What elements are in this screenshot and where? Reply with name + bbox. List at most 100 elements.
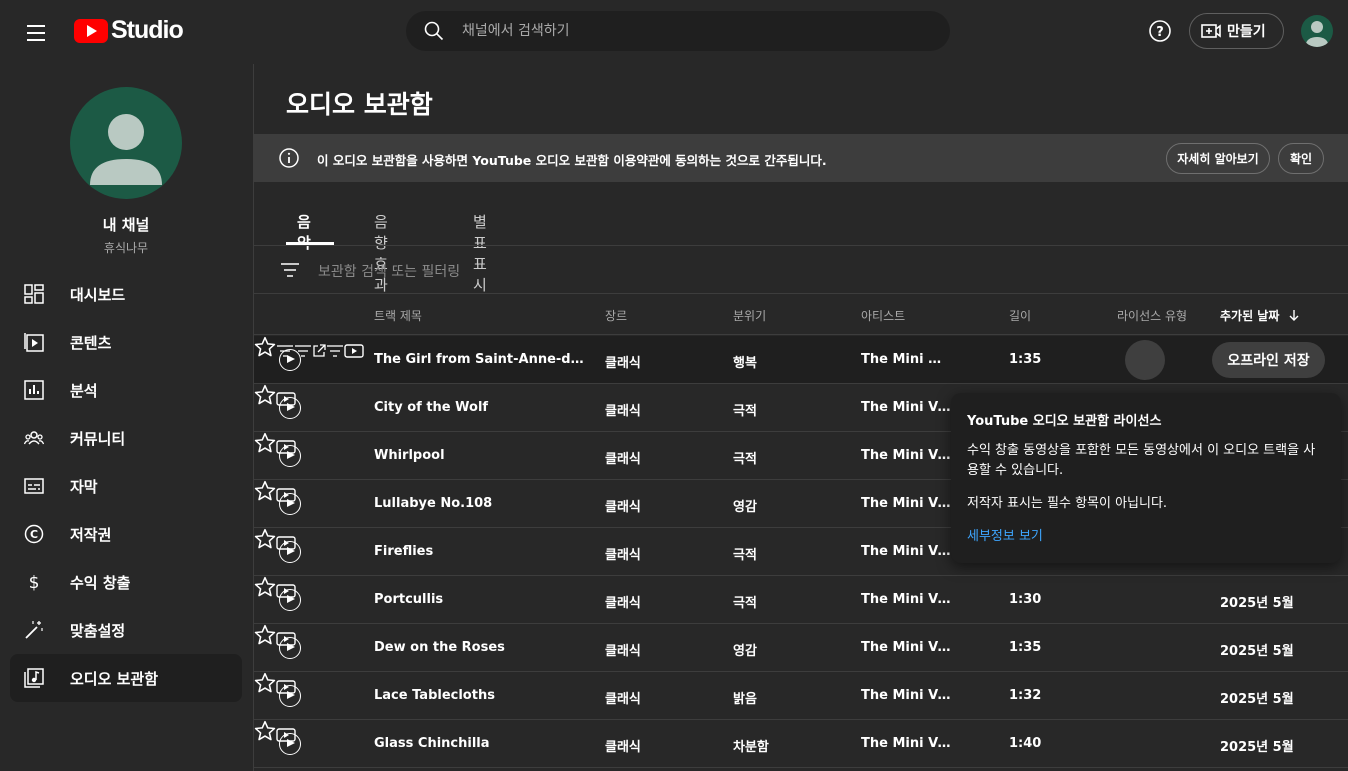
track-artist: The Mini Vand…	[861, 400, 953, 415]
svg-text:C: C	[30, 528, 38, 541]
table-row[interactable]: The Girl from Saint-Anne-des-Plain… 클래식 행복…	[254, 336, 1348, 384]
play-icon[interactable]	[279, 733, 301, 755]
sort-down-icon	[1289, 310, 1299, 321]
help-icon[interactable]: ?	[1148, 19, 1172, 43]
sidebar-item-copyright[interactable]: C 저작권	[10, 510, 242, 558]
license-button[interactable]	[1125, 340, 1165, 380]
track-artist: The Mini Vand…	[861, 544, 953, 559]
track-mood: 차분함	[733, 740, 769, 755]
top-bar: Studio ? 만들기	[0, 0, 1348, 64]
sidebar-item-earn[interactable]: $ 수익 창출	[10, 558, 242, 606]
youtube-logo-icon	[74, 18, 108, 43]
sidebar-item-dashboard[interactable]: 대시보드	[10, 270, 242, 318]
play-icon[interactable]	[279, 541, 301, 563]
info-icon	[279, 148, 299, 168]
play-icon[interactable]	[279, 493, 301, 515]
content-icon	[24, 333, 44, 352]
sidebar-item-subtitles[interactable]: 자막	[10, 462, 242, 510]
play-icon[interactable]	[279, 445, 301, 467]
external-link-icon[interactable]	[312, 344, 326, 358]
studio-logo[interactable]: Studio	[74, 16, 184, 45]
confirm-button[interactable]: 확인	[1278, 143, 1324, 174]
create-button[interactable]: 만들기	[1189, 13, 1284, 49]
dashboard-icon	[24, 284, 44, 304]
track-date-added: 2025년 5월	[1220, 596, 1294, 611]
track-artist: The Mini Vand…	[861, 688, 953, 703]
sidebar-item-label: 저작권	[70, 525, 112, 544]
star-icon[interactable]	[254, 720, 276, 742]
play-icon[interactable]	[279, 589, 301, 611]
table-row[interactable]: Glass Chinchilla 클래식 차분함 The Mini Vand… 1:40…	[254, 720, 1348, 768]
details-link[interactable]: 세부정보 보기	[967, 525, 1325, 544]
star-icon[interactable]	[254, 336, 276, 358]
channel-avatar-icon	[90, 114, 162, 185]
track-title: Dew on the Roses	[374, 640, 505, 655]
play-icon[interactable]	[279, 349, 301, 371]
star-icon[interactable]	[254, 624, 276, 646]
play-icon[interactable]	[279, 685, 301, 707]
create-video-icon	[1201, 24, 1221, 38]
save-offline-button[interactable]: 오프라인 저장	[1212, 342, 1325, 378]
sidebar-item-analytics[interactable]: 분석	[10, 366, 242, 414]
sidebar-item-label: 대시보드	[70, 285, 126, 304]
search-input[interactable]	[462, 23, 902, 39]
audio-library-icon	[24, 668, 44, 688]
track-genre: 클래식	[605, 596, 641, 611]
sidebar-item-label: 맞춤설정	[70, 621, 126, 640]
track-genre: 클래식	[605, 548, 641, 563]
track-genre: 클래식	[605, 356, 641, 371]
track-date-added: 2025년 5월	[1220, 644, 1294, 659]
play-icon[interactable]	[279, 397, 301, 419]
sidebar-item-label: 오디오 보관함	[70, 669, 159, 688]
track-mood: 극적	[733, 548, 757, 563]
youtube-license-icon[interactable]	[344, 344, 364, 358]
copyright-icon: C	[24, 524, 44, 544]
filter-by-artist-icon[interactable]	[326, 344, 344, 358]
subtitles-icon	[24, 478, 44, 494]
menu-icon[interactable]	[18, 18, 54, 46]
date-added-label: 추가된 날짜	[1220, 309, 1280, 323]
logo-text: Studio	[111, 16, 184, 44]
play-icon[interactable]	[279, 637, 301, 659]
account-avatar[interactable]	[1301, 15, 1333, 47]
terms-banner: 이 오디오 보관함을 사용하면 YouTube 오디오 보관함 이용약관에 동의…	[254, 134, 1348, 182]
sidebar-item-label: 자막	[70, 477, 98, 496]
column-title: 트랙 제목	[374, 309, 422, 323]
table-row[interactable]: Portcullis 클래식 극적 The Mini Vand… 1:30 2025년 5…	[254, 576, 1348, 624]
column-mood: 분위기	[733, 309, 767, 323]
create-label: 만들기	[1227, 24, 1266, 40]
channel-name[interactable]: 내 채널	[0, 214, 252, 235]
table-row[interactable]: Dew on the Roses 클래식 영감 The Mini Vand… 1:35 2…	[254, 624, 1348, 672]
community-icon	[24, 431, 44, 445]
license-tooltip: YouTube 오디오 보관함 라이선스 수익 창출 동영상을 포함한 모든 동…	[951, 393, 1341, 563]
sidebar-item-content[interactable]: 콘텐츠	[10, 318, 242, 366]
track-title: Whirlpool	[374, 448, 445, 463]
sidebar-item-audio-library[interactable]: 오디오 보관함	[10, 654, 242, 702]
channel-avatar[interactable]	[70, 87, 182, 199]
sidebar-item-community[interactable]: 커뮤니티	[10, 414, 242, 462]
star-icon[interactable]	[254, 528, 276, 550]
track-genre: 클래식	[605, 452, 641, 467]
learn-more-button[interactable]: 자세히 알아보기	[1166, 143, 1270, 174]
search-bar[interactable]	[406, 11, 950, 51]
track-title: Lullabye No.108	[374, 496, 493, 511]
star-icon[interactable]	[254, 576, 276, 598]
track-title: The Girl from Saint-Anne-des-Plain…	[374, 352, 586, 367]
column-date-added[interactable]: 추가된 날짜	[1220, 307, 1300, 324]
column-artist: 아티스트	[861, 309, 906, 323]
filter-bar[interactable]: 보관함 검색 또는 필터링	[254, 246, 1348, 294]
star-icon[interactable]	[254, 480, 276, 502]
track-length: 1:30	[1009, 592, 1042, 607]
track-mood: 극적	[733, 596, 757, 611]
sidebar-item-label: 커뮤니티	[70, 429, 126, 448]
tooltip-attribution: 저작자 표시는 필수 항목이 아닙니다.	[967, 496, 1168, 511]
sidebar-item-customization[interactable]: 맞춤설정	[10, 606, 242, 654]
track-title: Glass Chinchilla	[374, 736, 490, 751]
star-icon[interactable]	[254, 672, 276, 694]
dollar-icon: $	[29, 573, 40, 592]
track-length: 1:40	[1009, 736, 1042, 751]
column-license: 라이선스 유형	[1117, 309, 1188, 323]
table-row[interactable]: Lace Tablecloths 클래식 밝음 The Mini Vand… 1:32 2…	[254, 672, 1348, 720]
star-icon[interactable]	[254, 384, 276, 406]
star-icon[interactable]	[254, 432, 276, 454]
